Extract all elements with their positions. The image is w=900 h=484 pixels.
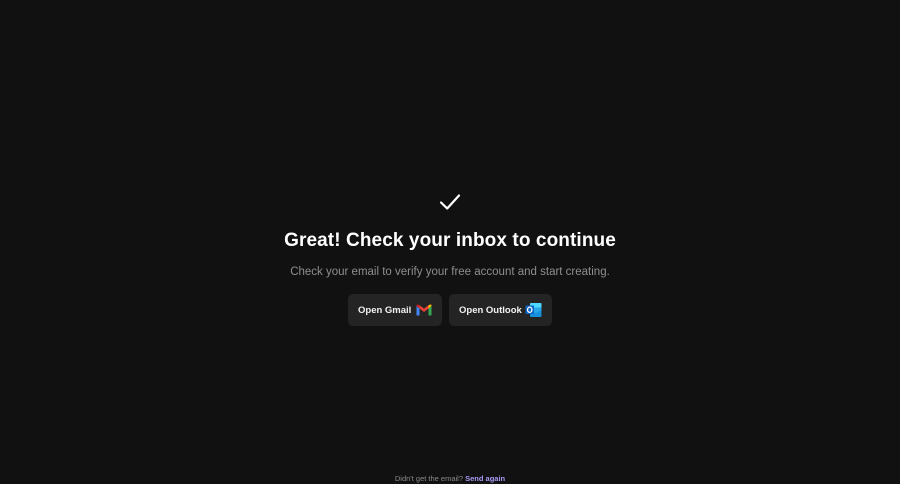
open-outlook-label: Open Outlook (459, 304, 522, 316)
gmail-icon (416, 304, 432, 316)
resend-prompt: Didn't get the email? Send again (0, 474, 900, 483)
send-again-link[interactable]: Send again (465, 474, 505, 483)
check-icon (439, 194, 461, 210)
open-gmail-label: Open Gmail (358, 304, 412, 316)
confirmation-panel: Great! Check your inbox to continue Chec… (0, 190, 900, 326)
resend-prompt-text: Didn't get the email? (394, 474, 464, 483)
page-title: Great! Check your inbox to continue (284, 230, 616, 251)
open-outlook-button[interactable]: Open Outlook (449, 294, 552, 326)
open-gmail-button[interactable]: Open Gmail (348, 294, 442, 326)
outlook-icon (525, 302, 542, 318)
page-subtitle: Check your email to verify your free acc… (290, 266, 610, 278)
verify-email-page: Great! Check your inbox to continue Chec… (0, 0, 900, 484)
email-provider-buttons: Open Gmail Open Outlook (348, 294, 552, 326)
